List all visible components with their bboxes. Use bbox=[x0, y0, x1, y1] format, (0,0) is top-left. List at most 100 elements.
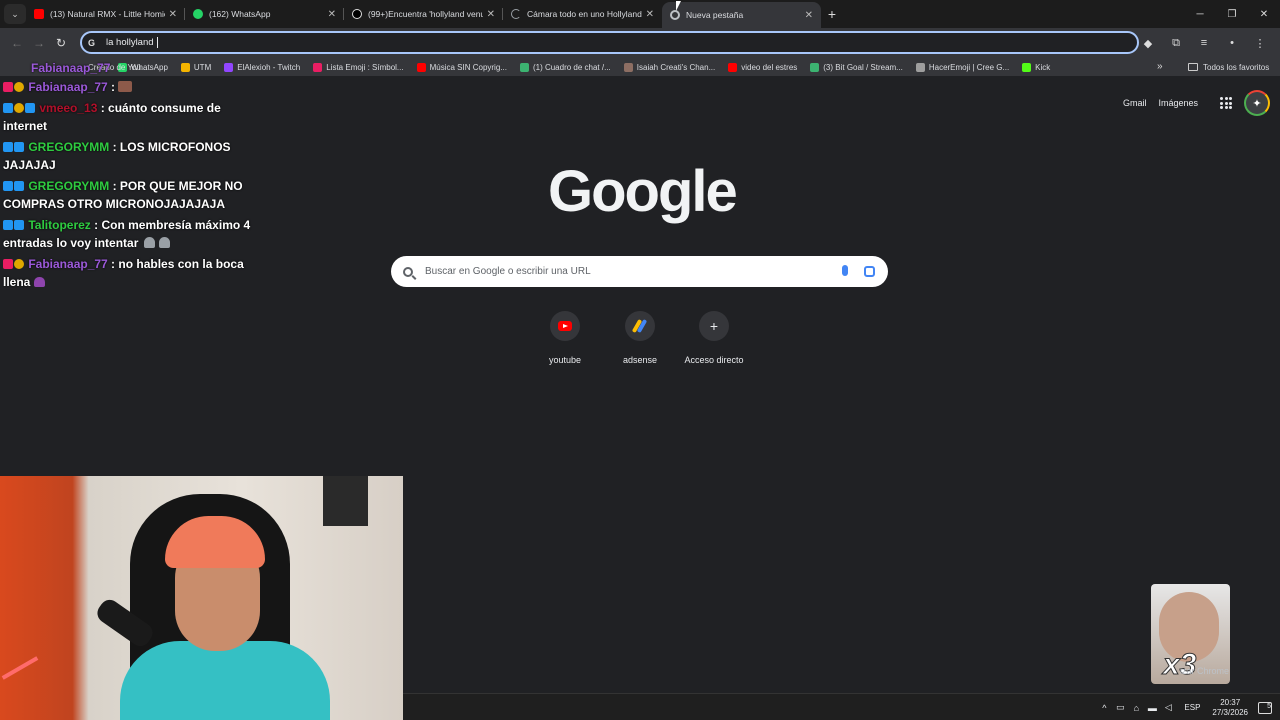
images-link[interactable]: Imágenes bbox=[1158, 98, 1198, 108]
clock[interactable]: 20:37 27/3/2026 bbox=[1212, 698, 1248, 718]
chat-username: Talitoperez bbox=[28, 217, 91, 232]
media-controls-icon[interactable]: ≡ bbox=[1190, 37, 1218, 49]
bookmark-label: (3) Bit Goal / Stream... bbox=[823, 62, 903, 72]
shortcut-adsense[interactable]: adsense bbox=[600, 311, 680, 365]
close-icon[interactable]: ✕ bbox=[805, 10, 813, 21]
network-icon[interactable]: ⌂ bbox=[1128, 703, 1144, 713]
close-icon[interactable]: ✕ bbox=[169, 9, 177, 20]
bookmark-label: (1) Cuadro de chat /... bbox=[532, 62, 611, 72]
chat-text: : bbox=[107, 80, 119, 94]
chat-message: GREGORYMM : POR QUE MEJOR NO COMPRAS OTR… bbox=[3, 177, 265, 214]
bookmark-label: HacerEmoji | Cree G... bbox=[928, 62, 1010, 72]
chat-message: Talitoperez : Con membresía máximo 4 ent… bbox=[3, 216, 265, 253]
shortcut-add[interactable]: + Acceso directo bbox=[674, 311, 754, 365]
display-icon[interactable]: ▭ bbox=[1112, 702, 1128, 713]
youtube-icon bbox=[550, 311, 580, 341]
badge-icon bbox=[3, 219, 13, 230]
close-window-icon[interactable]: ✕ bbox=[1248, 9, 1280, 20]
tab-search-button[interactable]: ⌄ bbox=[4, 4, 26, 24]
shortcut-label: youtube bbox=[548, 355, 582, 365]
tab-strip: ⌄ (13) Natural RMX - Little Homie ✕ (162… bbox=[0, 0, 1280, 28]
google-apps-icon[interactable] bbox=[1220, 97, 1232, 109]
badge-icon bbox=[25, 102, 35, 113]
bookmark-item[interactable]: Lista Emoji : Símbol... bbox=[313, 62, 404, 72]
screen: ⌄ (13) Natural RMX - Little Homie ✕ (162… bbox=[0, 0, 1280, 720]
chat-username: GREGORYMM bbox=[28, 139, 110, 154]
extensions-puzzle-icon[interactable]: ⧉ bbox=[1162, 37, 1190, 50]
gmail-link[interactable]: Gmail bbox=[1123, 98, 1147, 108]
badge-icon bbox=[14, 82, 24, 92]
back-icon[interactable]: ← bbox=[6, 36, 28, 50]
google-logo: Google bbox=[548, 159, 738, 224]
search-icon bbox=[403, 266, 413, 277]
chat-message: Fabianaap_77 : no hables con la boca lle… bbox=[3, 255, 265, 292]
extension-diamond-icon[interactable]: ◆ bbox=[1134, 37, 1162, 50]
webcam-overlay bbox=[0, 476, 403, 720]
google-lens-icon[interactable] bbox=[864, 266, 875, 277]
badge-icon bbox=[14, 180, 24, 191]
bookmark-item[interactable]: (3) Bit Goal / Stream... bbox=[810, 62, 903, 72]
notification-icon[interactable]: 5 bbox=[1258, 701, 1272, 714]
bookmark-item[interactable]: HacerEmoji | Cree G... bbox=[915, 62, 1010, 72]
more-bookmarks-icon[interactable]: » bbox=[1157, 58, 1163, 76]
new-tab-button[interactable]: + bbox=[821, 6, 843, 22]
badge-icon bbox=[14, 102, 24, 113]
bookmark-label: Lista Emoji : Símbol... bbox=[326, 62, 404, 72]
minimize-icon[interactable]: ─ bbox=[1184, 9, 1216, 20]
chevron-up-icon[interactable]: ^ bbox=[1096, 703, 1112, 713]
plus-icon: + bbox=[699, 311, 729, 341]
poster-image bbox=[323, 476, 368, 526]
account-avatar[interactable]: ✦ bbox=[1244, 90, 1270, 116]
windows-taskbar: ^ ▭ ⌂ ▬ ◁ ESP 20:37 27/3/2026 5 bbox=[403, 693, 1280, 720]
bookmark-favicon-icon bbox=[224, 62, 234, 72]
reload-icon[interactable]: ↻ bbox=[50, 36, 72, 50]
close-icon[interactable]: ✕ bbox=[646, 9, 654, 20]
all-bookmarks-folder[interactable]: Todos los favoritos bbox=[1188, 58, 1269, 76]
bookmark-label: ElAlexioh - Twitch bbox=[237, 62, 301, 72]
profile-icon[interactable]: • bbox=[1218, 37, 1246, 49]
chat-message: vmeeo_13 : cuánto consume de internet bbox=[3, 99, 265, 136]
bookmark-label: Isaiah Creati's Chan... bbox=[636, 62, 716, 72]
close-icon[interactable]: ✕ bbox=[328, 9, 336, 20]
more-menu-icon[interactable]: ⋮ bbox=[1246, 37, 1274, 50]
ntp-search-box[interactable]: Buscar en Google o escribir una URL bbox=[391, 256, 888, 287]
chat-message: Fabianaap_77 : bbox=[3, 78, 265, 97]
battery-icon[interactable]: ▬ bbox=[1144, 703, 1160, 713]
chat-username: Fabianaap_77 bbox=[28, 256, 108, 271]
shortcut-youtube[interactable]: youtube bbox=[525, 311, 605, 365]
browser-toolbar: ← → ↻ G la hollyland ◆ ⧉ ≡ • ⋮ bbox=[0, 28, 1280, 58]
tab-youtube[interactable]: (13) Natural RMX - Little Homie ✕ bbox=[26, 1, 185, 27]
close-icon[interactable]: ✕ bbox=[487, 9, 495, 20]
sticker-text: x3 bbox=[1162, 648, 1197, 682]
tab-hollyland[interactable]: Cámara todo en uno Hollyland ✕ bbox=[503, 1, 662, 27]
microphone-icon[interactable] bbox=[842, 265, 848, 276]
badge-icon bbox=[14, 258, 24, 269]
bookmark-item[interactable]: UTM bbox=[180, 62, 212, 72]
tab-whatsapp[interactable]: (162) WhatsApp ✕ bbox=[185, 1, 344, 27]
badge-icon bbox=[3, 102, 13, 113]
search-placeholder: Buscar en Google o escribir una URL bbox=[425, 266, 591, 277]
praying-hands-icon bbox=[143, 237, 155, 248]
bookmark-item[interactable]: (1) Cuadro de chat /... bbox=[519, 62, 611, 72]
bookmarks-bar: WhatsApp UTM ElAlexioh - Twitch Lista Emoji… bbox=[0, 58, 1280, 76]
stream-chat-overlay: Fabianaap_77 Fabianaap_77 : vmeeo_13 : c… bbox=[3, 61, 265, 294]
tab-label: Cámara todo en uno Hollyland bbox=[527, 9, 642, 19]
forward-icon[interactable]: → bbox=[28, 36, 50, 50]
tab-label: (13) Natural RMX - Little Homie bbox=[50, 9, 165, 19]
shortcut-label: Acceso directo bbox=[684, 355, 744, 365]
tab-new-tab[interactable]: Nueva pestaña ✕ bbox=[662, 2, 821, 28]
chrome-update-notice[interactable]: izar Chrome bbox=[1180, 666, 1229, 676]
bookmark-item[interactable]: ElAlexioh - Twitch bbox=[224, 62, 301, 72]
bookmark-item[interactable]: Música SIN Copyrig... bbox=[416, 62, 507, 72]
volume-icon[interactable]: ◁ bbox=[1160, 702, 1176, 713]
bookmark-label: UTM bbox=[193, 62, 212, 72]
bookmark-item[interactable]: video del estres bbox=[728, 62, 797, 72]
tab-tiktok[interactable]: (99+)Encuentra 'hollyland venu ✕ bbox=[344, 1, 503, 27]
bookmark-item[interactable]: Isaiah Creati's Chan... bbox=[623, 62, 716, 72]
address-bar[interactable]: G la hollyland bbox=[80, 31, 1139, 54]
youtube-icon bbox=[34, 9, 44, 19]
language-indicator[interactable]: ESP bbox=[1184, 703, 1200, 712]
badge-icon bbox=[14, 141, 24, 152]
bookmark-item[interactable]: Kick bbox=[1022, 62, 1050, 72]
restore-icon[interactable]: ❐ bbox=[1216, 9, 1248, 20]
